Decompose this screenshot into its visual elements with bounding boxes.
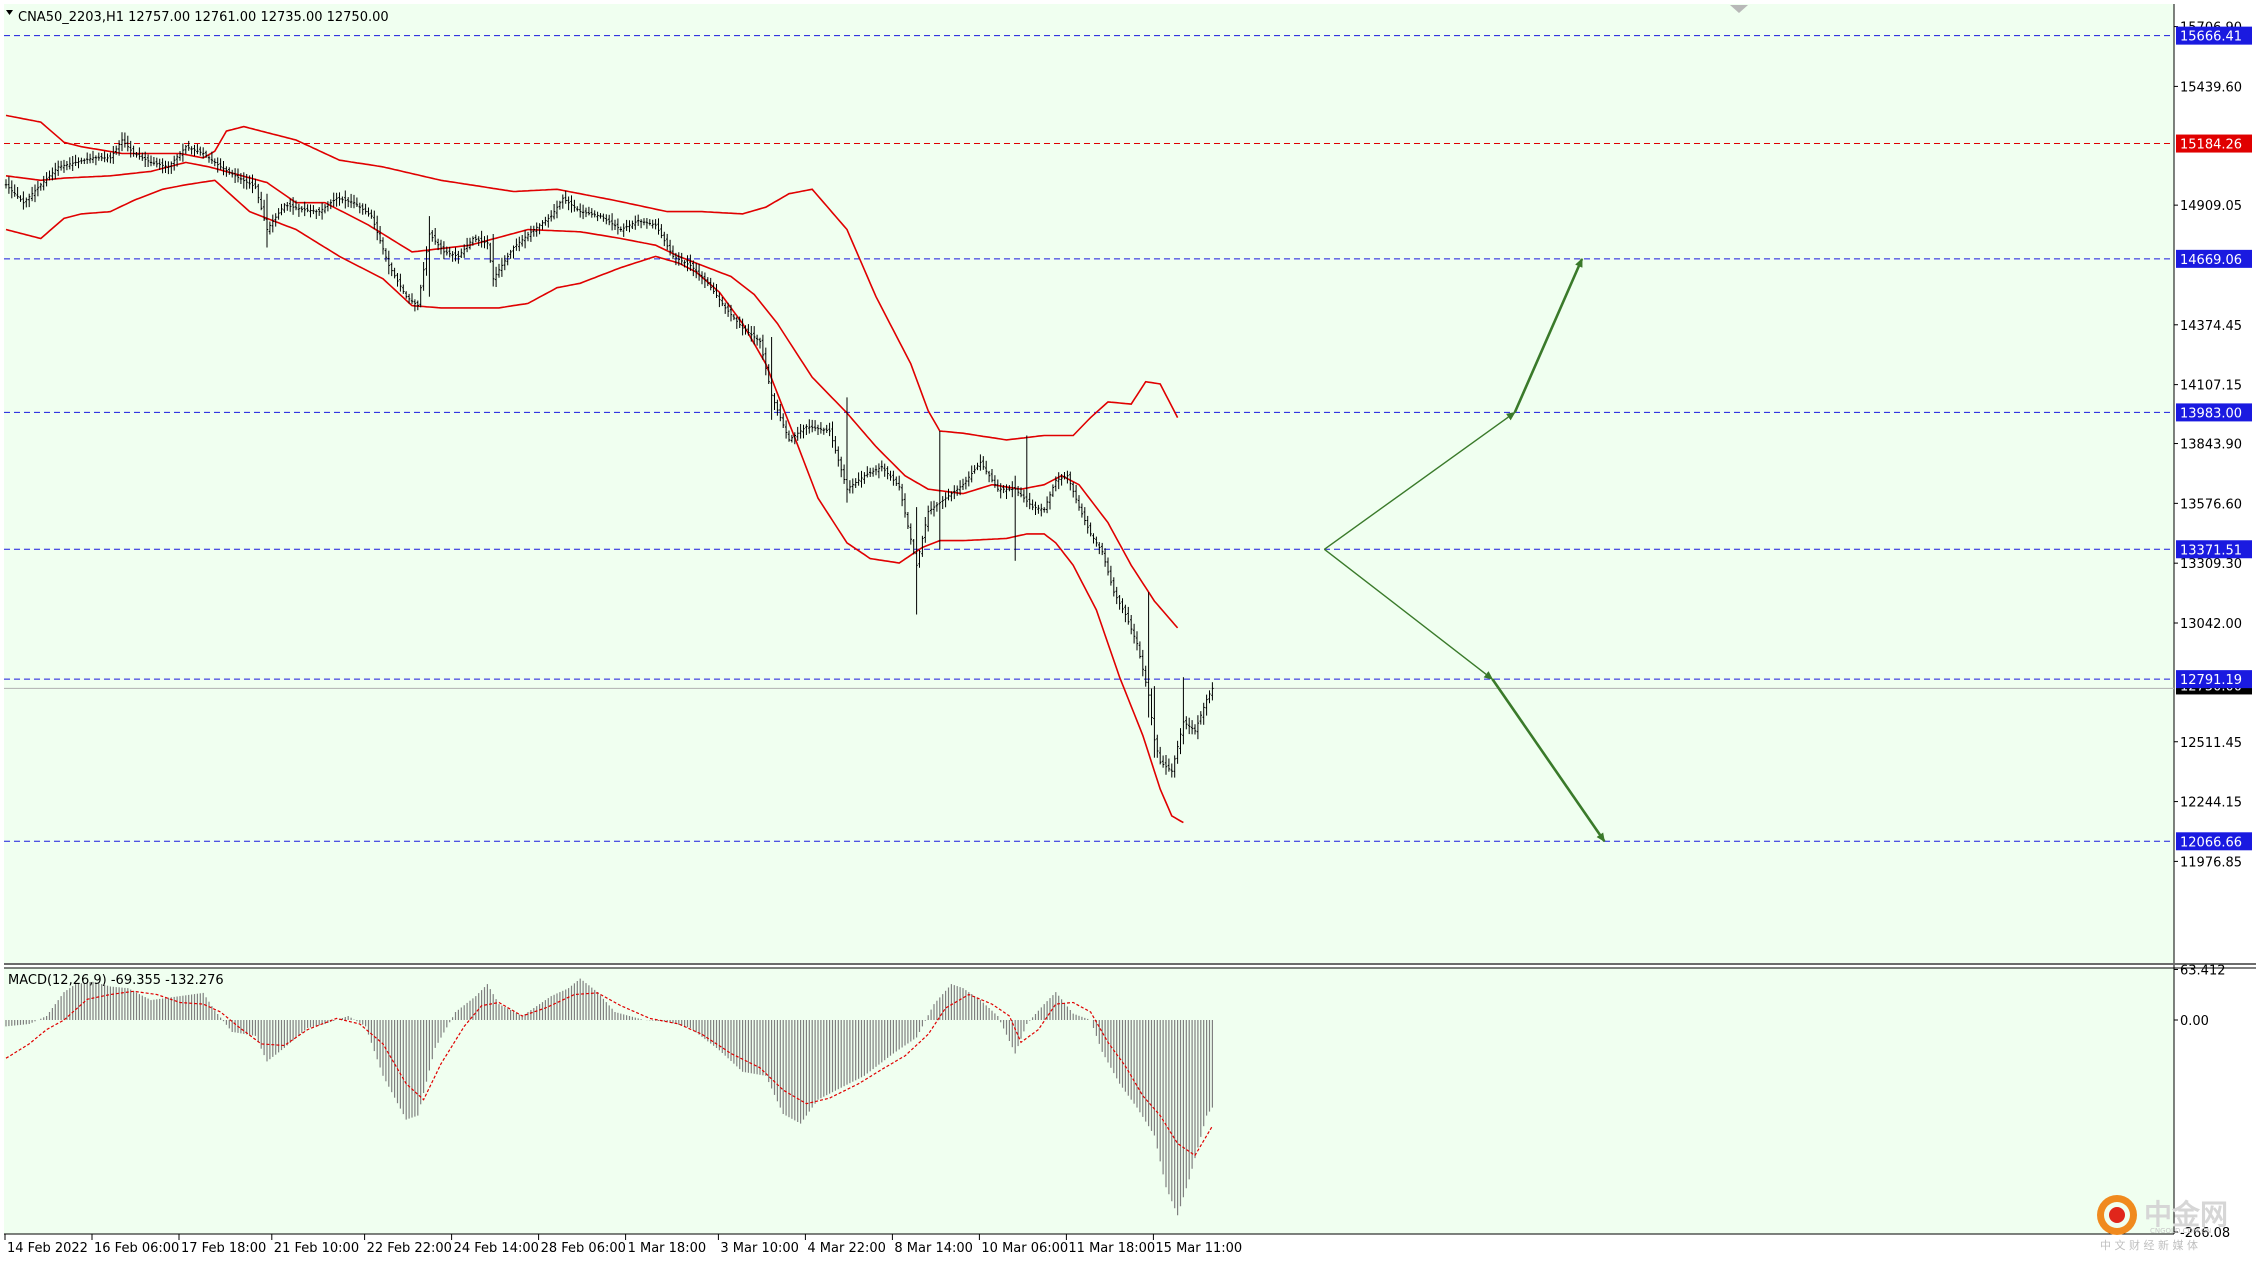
watermark-subtext: 中 文 财 经 新 媒 体 (2100, 1238, 2198, 1252)
macd-panel[interactable] (4, 968, 2174, 1234)
time-tick-label: 22 Feb 22:00 (367, 1241, 452, 1256)
main-chart-panel[interactable] (4, 4, 2174, 964)
chart-window[interactable]: 15706.9015439.6014909.0514374.4514107.15… (0, 0, 2256, 1265)
macd-label: MACD(12,26,9) -69.355 -132.276 (8, 973, 224, 988)
time-tick-label: 14 Feb 2022 (7, 1241, 88, 1256)
level-tag: 15666.41 (2180, 30, 2242, 45)
time-tick-label: 28 Feb 06:00 (541, 1241, 626, 1256)
symbol-info: CNA50_2203,H1 12757.00 12761.00 12735.00… (18, 10, 389, 25)
time-tick-label: 4 Mar 22:00 (807, 1241, 886, 1256)
macd-tick-label: 63.412 (2180, 963, 2226, 978)
time-tick-label: 15 Mar 11:00 (1155, 1241, 1242, 1256)
level-tag: 13983.00 (2180, 406, 2242, 421)
level-tag: 14669.06 (2180, 253, 2242, 268)
logo-core-icon (2109, 1207, 2125, 1223)
watermark-small: CNGOLD.COM.CN (2150, 1227, 2211, 1235)
price-tick-label: 13843.90 (2180, 438, 2242, 453)
price-tick-label: 13042.00 (2180, 617, 2242, 632)
price-tick-label: 15439.60 (2180, 80, 2242, 95)
level-tag: 12791.19 (2180, 673, 2242, 688)
price-tick-label: 11976.85 (2180, 855, 2242, 870)
price-tick-label: 14374.45 (2180, 319, 2242, 334)
price-tick-label: 14909.05 (2180, 199, 2242, 214)
price-tick-label: 14107.15 (2180, 379, 2242, 394)
time-tick-label: 21 Feb 10:00 (274, 1241, 359, 1256)
level-tag: 15184.26 (2180, 138, 2242, 153)
price-tick-label: 12244.15 (2180, 796, 2242, 811)
time-tick-label: 3 Mar 10:00 (720, 1241, 799, 1256)
time-tick-label: 1 Mar 18:00 (628, 1241, 707, 1256)
time-tick-label: 8 Mar 14:00 (894, 1241, 973, 1256)
chart-canvas[interactable]: 15706.9015439.6014909.0514374.4514107.15… (0, 0, 2256, 1265)
price-tick-label: 13576.60 (2180, 497, 2242, 512)
macd-tick-label: 0.00 (2180, 1014, 2209, 1029)
price-tick-label: 13309.30 (2180, 557, 2242, 572)
price-tick-label: 12511.45 (2180, 736, 2242, 751)
time-tick-label: 11 Mar 18:00 (1068, 1241, 1155, 1256)
time-tick-label: 10 Mar 06:00 (981, 1241, 1068, 1256)
level-tag: 12066.66 (2180, 835, 2242, 850)
time-tick-label: 24 Feb 14:00 (454, 1241, 539, 1256)
time-tick-label: 16 Feb 06:00 (94, 1241, 179, 1256)
time-tick-label: 17 Feb 18:00 (181, 1241, 266, 1256)
level-tag: 13371.51 (2180, 543, 2242, 558)
